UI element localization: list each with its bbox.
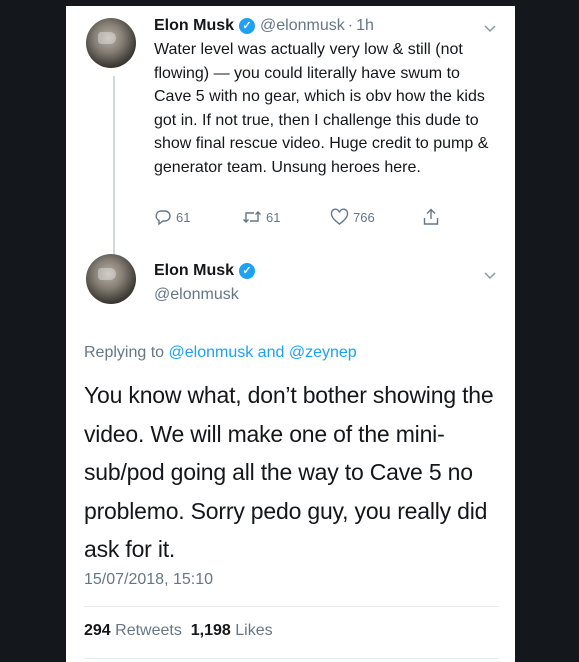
like-total: 1,198 [190, 622, 231, 639]
reply-icon [155, 210, 171, 226]
like-label: Likes [235, 622, 273, 639]
thread-connector-line [113, 76, 115, 261]
tweet-time[interactable]: 1h [356, 17, 374, 35]
replying-prefix: Replying to [84, 344, 165, 361]
avatar[interactable] [86, 254, 136, 304]
retweets-stat[interactable]: 294 Retweets [84, 622, 182, 639]
tweet-timestamp[interactable]: 15/07/2018, 15:10 [84, 571, 213, 589]
reply-mention-link[interactable]: @elonmusk [169, 344, 254, 361]
share-button[interactable] [422, 208, 440, 226]
author-name[interactable]: Elon Musk [154, 17, 234, 35]
chevron-down-icon[interactable] [483, 269, 497, 283]
retweet-label: Retweets [115, 622, 182, 639]
tweet1-header: Elon Musk ✓ @elonmusk · 1h [154, 14, 374, 38]
share-icon [423, 208, 439, 225]
tweet2-text: You know what, don’t bother showing the … [84, 382, 494, 562]
avatar[interactable] [86, 18, 136, 68]
divider [84, 658, 499, 659]
author-name[interactable]: Elon Musk [154, 262, 234, 280]
tweet1-text: Water level was actually very low & stil… [154, 41, 489, 176]
author-handle[interactable]: @elonmusk [154, 286, 239, 304]
tweet-stats: 294 Retweets 1,198 Likes [84, 622, 273, 640]
divider [84, 606, 499, 607]
retweet-count: 61 [266, 209, 281, 225]
like-count: 766 [353, 209, 375, 225]
tweet2-header: Elon Musk ✓ [154, 262, 260, 280]
replying-to-line: Replying to @elonmusk and @zeynep [84, 344, 357, 362]
retweet-button[interactable]: 61 [242, 208, 280, 226]
retweet-total: 294 [84, 622, 111, 639]
reply-button[interactable]: 61 [154, 208, 190, 226]
tweet-thread-card: Elon Musk ✓ @elonmusk · 1h Water level w… [66, 6, 515, 662]
author-handle[interactable]: @elonmusk [260, 17, 345, 35]
verified-badge-icon: ✓ [239, 18, 256, 34]
retweet-icon [243, 211, 261, 223]
reply-and-text: and [257, 344, 285, 361]
reply-count: 61 [176, 209, 191, 225]
separator: · [347, 17, 354, 34]
verified-badge-icon: ✓ [239, 263, 256, 279]
reply-mention-link[interactable]: @zeynep [289, 344, 357, 361]
likes-stat[interactable]: 1,198 Likes [191, 622, 273, 639]
like-button[interactable]: 766 [330, 208, 375, 226]
chevron-down-icon[interactable] [483, 22, 497, 36]
tweet1-actions: 61 61 766 [154, 208, 454, 228]
like-icon [330, 208, 349, 225]
